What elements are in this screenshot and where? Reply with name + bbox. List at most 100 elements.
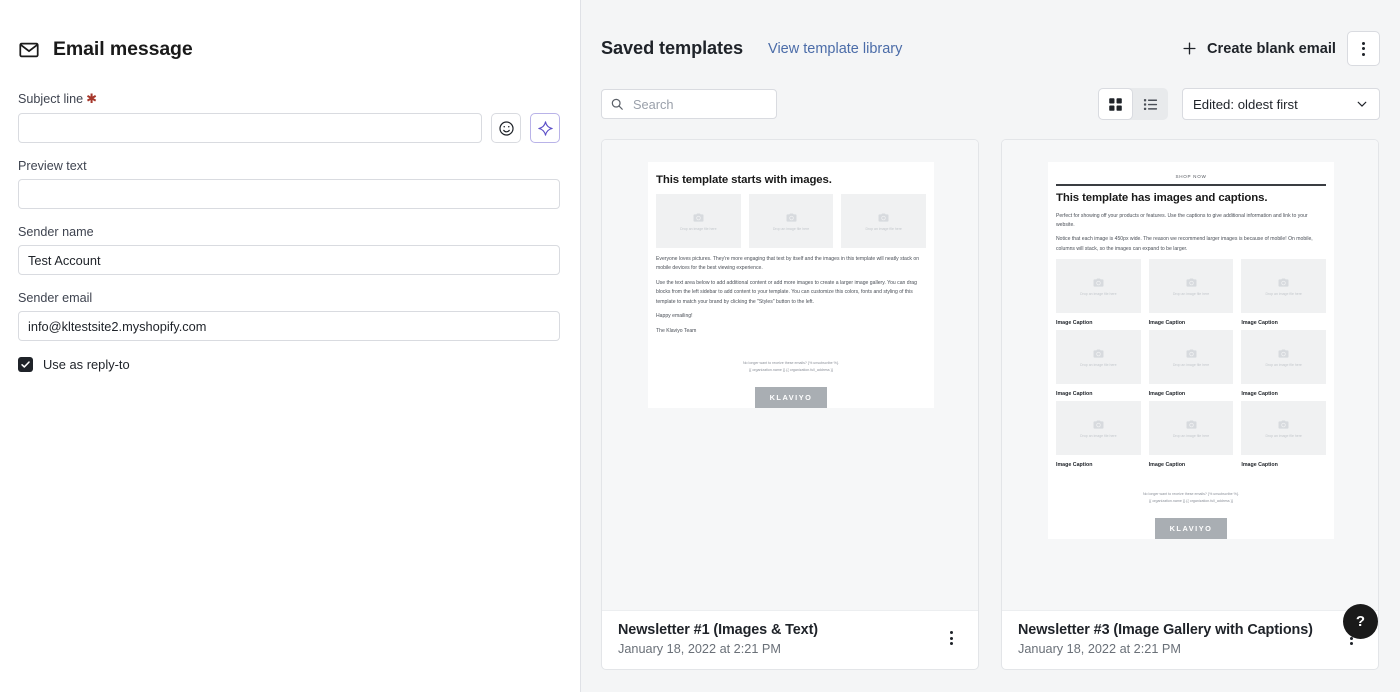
sender-name-input[interactable] <box>18 245 560 275</box>
templates-header: Saved templates View template library Cr… <box>601 0 1380 66</box>
template-card-footer: Newsletter #3 (Image Gallery with Captio… <box>1002 611 1378 669</box>
sort-order-select[interactable]: Edited: oldest first <box>1182 88 1380 120</box>
template-card-texts: Newsletter #3 (Image Gallery with Captio… <box>1018 622 1338 656</box>
email-preview-body: SHOP NOW This template has images and ca… <box>1048 162 1334 482</box>
subject-line-input[interactable] <box>18 113 482 143</box>
required-indicator-icon: ✱ <box>86 91 98 106</box>
template-card[interactable]: SHOP NOW This template has images and ca… <box>1001 139 1379 670</box>
camera-icon <box>1186 420 1196 429</box>
envelope-icon <box>19 42 39 57</box>
subject-line-label-text: Subject line <box>18 92 84 106</box>
create-blank-email-label: Create blank email <box>1207 40 1336 57</box>
help-button[interactable]: ? <box>1343 604 1378 639</box>
email-preview-paragraph: The Klaviyo Team <box>656 327 697 334</box>
image-placeholder-label: Drop an image file here <box>1080 292 1117 297</box>
template-title: Newsletter #1 (Images & Text) <box>618 622 818 638</box>
sender-email-label: Sender email <box>18 291 93 305</box>
template-edited-date: January 18, 2022 at 2:21 PM <box>618 642 781 656</box>
image-placeholder-row: Drop an image file here Drop an image fi… <box>656 194 927 248</box>
subject-line-row <box>18 113 560 143</box>
camera-icon <box>1278 420 1289 429</box>
email-preview-paragraph: Notice that each image is 450px wide. Th… <box>1056 236 1313 252</box>
email-preview-heading: This template starts with images. <box>656 174 832 186</box>
image-placeholder: Drop an image file here <box>1241 330 1327 385</box>
email-preview-paragraph: Happy emailing! <box>656 313 693 320</box>
email-preview-paragraph: Use the text area below to add additiona… <box>656 279 917 305</box>
templates-overflow-menu-button[interactable] <box>1347 31 1380 66</box>
camera-icon <box>1278 349 1289 358</box>
image-placeholder: Drop an image file here <box>1148 259 1234 314</box>
view-template-library-link[interactable]: View template library <box>768 41 902 57</box>
image-caption: Image Caption <box>1148 320 1186 327</box>
image-placeholder-label: Drop an image file here <box>1080 434 1117 439</box>
ai-assistant-button[interactable] <box>530 113 560 143</box>
camera-icon <box>1093 420 1104 429</box>
klaviyo-logo: KLAVIYO <box>1154 517 1228 539</box>
email-preview-paragraph: Perfect for showing off your products or… <box>1056 212 1308 229</box>
template-card-texts: Newsletter #1 (Images & Text) January 18… <box>618 622 938 656</box>
list-view-icon <box>1143 98 1158 110</box>
template-card[interactable]: This template starts with images. Drop a… <box>601 139 979 670</box>
plus-icon <box>1183 42 1196 55</box>
email-preview-footer: No longer want to receive these emails? … <box>648 360 934 374</box>
image-placeholder: Drop an image file here <box>841 194 927 248</box>
camera-icon <box>878 213 889 222</box>
panel-header: Email message <box>18 38 560 61</box>
use-as-reply-to-label: Use as reply-to <box>43 357 130 372</box>
preview-text-input[interactable] <box>18 179 560 209</box>
template-thumbnail[interactable]: SHOP NOW This template has images and ca… <box>1002 140 1378 611</box>
email-preview: This template starts with images. Drop a… <box>648 162 934 408</box>
field-sender-name: Sender name <box>18 225 560 275</box>
camera-icon <box>786 213 796 222</box>
image-caption: Image Caption <box>1056 462 1093 469</box>
search-field[interactable] <box>601 89 777 119</box>
unsubscribe-line: No longer want to receive these emails? … <box>1142 492 1240 497</box>
camera-icon <box>1093 349 1104 358</box>
template-edited-date: January 18, 2022 at 2:21 PM <box>1018 642 1181 656</box>
sparkle-icon <box>537 120 553 136</box>
smiley-icon <box>498 120 514 136</box>
list-view-button[interactable] <box>1133 88 1168 120</box>
create-blank-email-button[interactable]: Create blank email <box>1179 34 1338 63</box>
brand-logo-wrap: KLAVIYO <box>648 386 934 408</box>
image-placeholder-row: Drop an image file here Drop an image fi… <box>1056 330 1327 385</box>
image-placeholder: Drop an image file here <box>1148 401 1234 456</box>
image-placeholder: Drop an image file here <box>748 194 834 248</box>
image-placeholder-label: Drop an image file here <box>1265 292 1302 297</box>
emoji-picker-button[interactable] <box>491 113 521 143</box>
email-message-panel: Email message Subject line ✱ Preview tex… <box>0 0 580 692</box>
template-overflow-menu-button[interactable] <box>938 625 964 651</box>
field-subject-line: Subject line ✱ <box>18 91 560 143</box>
image-placeholder: Drop an image file here <box>1056 401 1141 456</box>
unsubscribe-line: No longer want to receive these emails? … <box>742 360 840 365</box>
email-preview-heading: This template has images and captions. <box>1056 191 1268 204</box>
toolbar-right: Edited: oldest first <box>1098 88 1380 120</box>
image-placeholder-row: Drop an image file here Drop an image fi… <box>1056 401 1327 456</box>
image-placeholder: Drop an image file here <box>1056 330 1141 385</box>
image-placeholder-label: Drop an image file here <box>680 227 717 231</box>
grid-view-icon <box>1109 97 1122 111</box>
image-placeholder-label: Drop an image file here <box>772 227 810 231</box>
camera-icon <box>693 213 704 222</box>
email-preview-footer: No longer want to receive these emails? … <box>1048 491 1334 505</box>
grid-view-button[interactable] <box>1098 88 1133 120</box>
subject-line-label: Subject line ✱ <box>18 91 560 107</box>
email-preview-shop-now: SHOP NOW <box>1175 174 1207 179</box>
field-sender-email: Sender email <box>18 291 560 341</box>
saved-templates-panel: Saved templates View template library Cr… <box>580 0 1400 692</box>
template-thumbnail[interactable]: This template starts with images. Drop a… <box>602 140 978 611</box>
use-as-reply-to-checkbox[interactable] <box>18 357 33 372</box>
search-input[interactable] <box>631 95 768 113</box>
email-preview-body: This template starts with images. Drop a… <box>648 162 934 351</box>
template-title: Newsletter #3 (Image Gallery with Captio… <box>1018 622 1313 638</box>
sender-email-input[interactable] <box>18 311 560 341</box>
sort-order-value: Edited: oldest first <box>1193 96 1298 112</box>
use-as-reply-to-row[interactable]: Use as reply-to <box>18 357 560 372</box>
image-placeholder: Drop an image file here <box>1056 259 1141 314</box>
image-caption: Image Caption <box>1056 391 1093 398</box>
template-card-grid: This template starts with images. Drop a… <box>601 139 1380 670</box>
saved-templates-title: Saved templates <box>601 38 744 58</box>
camera-icon <box>1278 278 1289 287</box>
header-actions: Create blank email <box>1179 31 1380 66</box>
page-title: Email message <box>53 38 193 60</box>
